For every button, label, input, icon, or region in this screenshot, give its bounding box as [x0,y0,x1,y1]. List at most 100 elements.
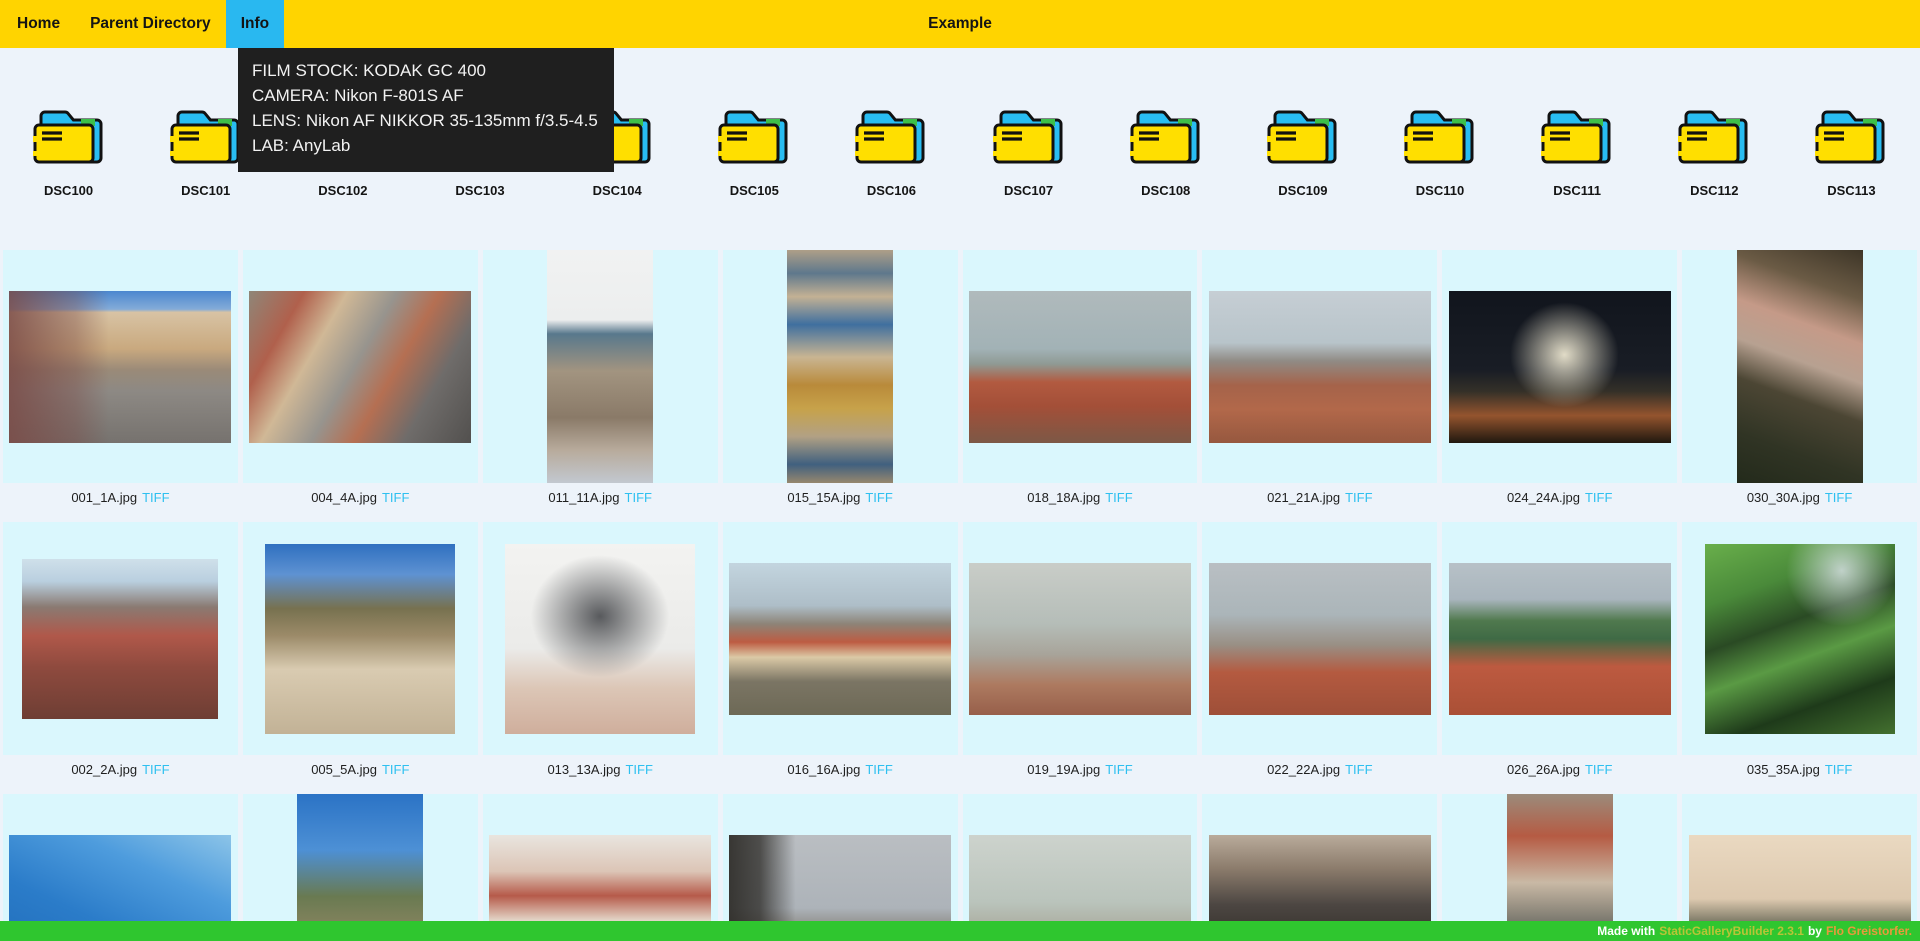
tiff-link[interactable]: TIFF [1825,762,1852,777]
nav-home[interactable]: Home [2,0,75,48]
footer-builder-link[interactable]: StaticGalleryBuilder 2.3.1 [1659,924,1804,938]
photo-thumbnail[interactable] [243,794,478,941]
photo-thumbnail[interactable] [3,250,238,483]
folder-icon [168,104,244,166]
tiff-link[interactable]: TIFF [1105,762,1132,777]
photo-placeholder-castle-skyline [1209,291,1431,443]
photo-thumbnail[interactable] [1682,794,1917,941]
tiff-link[interactable]: TIFF [1105,490,1132,505]
folder-label: DSC101 [181,183,230,198]
photo-thumbnail[interactable] [483,522,718,755]
photo-filename: 001_1A.jpg [71,490,137,505]
photo-caption: 021_21A.jpgTIFF [1202,490,1437,506]
photo-thumbnail[interactable] [243,250,478,483]
photo-thumbnail[interactable] [3,522,238,755]
photo-thumbnail[interactable] [1442,522,1677,755]
folder-label: DSC103 [455,183,504,198]
photo-thumbnail[interactable] [1202,794,1437,941]
photo-cell: 015_15A.jpgTIFF [723,250,958,506]
folder-item[interactable]: DSC100 [0,104,137,198]
tiff-link[interactable]: TIFF [142,490,169,505]
photo-thumbnail[interactable] [483,794,718,941]
tiff-link[interactable]: TIFF [625,490,652,505]
photo-thumbnail[interactable] [243,522,478,755]
tiff-link[interactable]: TIFF [382,490,409,505]
photo-placeholder-castle-across-river [729,563,951,715]
photo-cell [1442,794,1677,941]
photo-filename: 018_18A.jpg [1027,490,1100,505]
photo-cell: 026_26A.jpg TIFF [1442,522,1677,778]
nav-info[interactable]: Info [226,0,284,48]
folder-label: DSC112 [1690,183,1738,198]
photo-filename: 013_13A.jpg [547,762,620,777]
photo-thumbnail[interactable] [963,250,1198,483]
folder-icon [1539,104,1615,166]
tiff-link[interactable]: TIFF [382,762,409,777]
photo-filename: 026_26A.jpg [1507,762,1580,777]
photo-thumbnail[interactable] [723,794,958,941]
tiff-link[interactable]: TIFF [865,490,892,505]
tiff-link[interactable]: TIFF [1585,762,1612,777]
photo-placeholder-old-town-hall-tower [547,250,653,483]
photo-cell [1682,794,1917,941]
folder-label: DSC107 [1004,183,1053,198]
tiff-link[interactable]: TIFF [1345,762,1372,777]
tiff-link[interactable]: TIFF [865,762,892,777]
photo-cell: 013_13A.jpg TIFF [483,522,718,778]
folder-item[interactable]: DSC113 [1783,104,1920,198]
photo-thumbnail[interactable] [1442,250,1677,483]
photo-cell: 024_24A.jpgTIFF [1442,250,1677,506]
photo-placeholder-night-illuminated-towers [1449,291,1671,443]
folder-item[interactable]: DSC107 [960,104,1097,198]
photo-thumbnail[interactable] [1202,250,1437,483]
photo-cell [3,794,238,941]
photo-caption: 004_4A.jpg TIFF [243,490,478,506]
photo-caption: 016_16A.jpgTIFF [723,762,958,778]
tiff-link[interactable]: TIFF [1585,490,1612,505]
photo-thumbnail[interactable] [3,794,238,941]
photo-thumbnail[interactable] [1682,250,1917,483]
photo-thumbnail[interactable] [483,250,718,483]
photo-filename: 035_35A.jpg [1747,762,1820,777]
photo-thumbnail[interactable] [1682,522,1917,755]
folder-item[interactable]: DSC111 [1509,104,1646,198]
photo-thumbnail[interactable] [963,794,1198,941]
photo-thumbnail[interactable] [723,522,958,755]
folder-item[interactable]: DSC110 [1371,104,1508,198]
folder-item[interactable]: DSC112 [1646,104,1783,198]
folder-icon [853,104,929,166]
photo-cell [483,794,718,941]
photo-thumbnail[interactable] [963,522,1198,755]
photo-cell: 030_30A.jpgTIFF [1682,250,1917,506]
photo-cell: 016_16A.jpgTIFF [723,522,958,778]
photo-placeholder-roofs-green-hill [1449,563,1671,715]
footer-bar: Made with StaticGalleryBuilder 2.3.1 by … [0,921,1920,941]
photo-cell [1202,794,1437,941]
folder-item[interactable]: DSC105 [686,104,823,198]
photo-caption: 026_26A.jpg TIFF [1442,762,1677,778]
tiff-link[interactable]: TIFF [1345,490,1372,505]
folder-label: DSC106 [867,183,916,198]
folder-item[interactable]: DSC106 [823,104,960,198]
photo-caption: 015_15A.jpgTIFF [723,490,958,506]
photo-placeholder-hill-clock-tower-street [265,544,455,734]
tiff-link[interactable]: TIFF [142,762,169,777]
tiff-link[interactable]: TIFF [625,762,652,777]
photo-filename: 004_4A.jpg [311,490,377,505]
photo-placeholder-rooftop-panorama [1209,563,1431,715]
folder-item[interactable]: DSC109 [1234,104,1371,198]
photo-thumbnail[interactable] [1202,522,1437,755]
nav-parent-directory[interactable]: Parent Directory [75,0,226,48]
tiff-link[interactable]: TIFF [1825,490,1852,505]
photo-thumbnail[interactable] [723,250,958,483]
photo-filename: 005_5A.jpg [311,762,377,777]
folder-label: DSC100 [44,183,93,198]
photo-cell: 022_22A.jpgTIFF [1202,522,1437,778]
photo-thumbnail[interactable] [1442,794,1677,941]
footer-author-link[interactable]: Flo Greistorfer. [1826,924,1912,938]
photo-caption: 018_18A.jpg TIFF [963,490,1198,506]
folder-icon [1813,104,1889,166]
photo-cell: 002_2A.jpgTIFF [3,522,238,778]
folder-item[interactable]: DSC108 [1097,104,1234,198]
folder-icon [1265,104,1341,166]
